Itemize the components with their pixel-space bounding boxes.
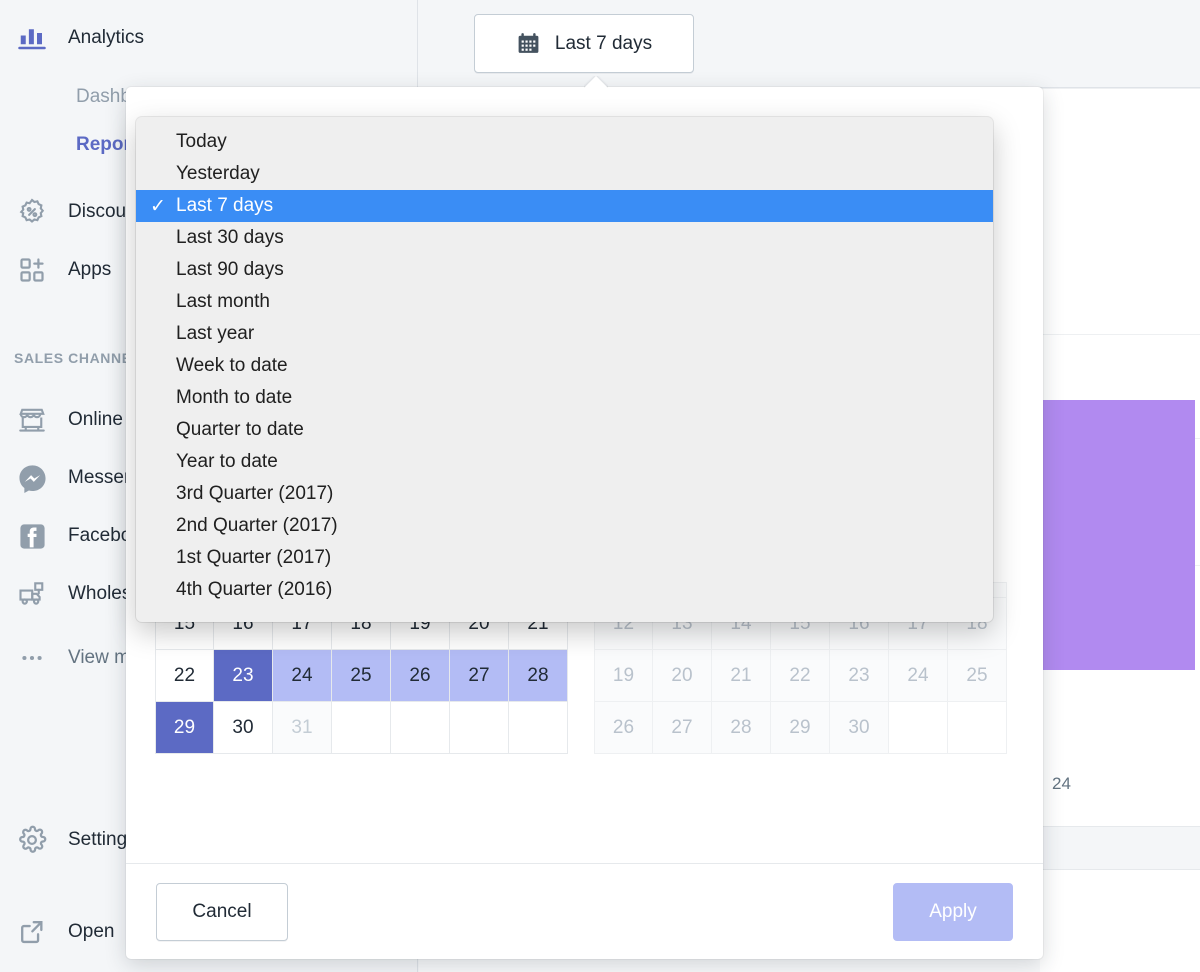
dropdown-option-label: Year to date bbox=[176, 451, 278, 473]
calendar-day-cell[interactable]: 27 bbox=[653, 702, 712, 754]
calendar-day-cell[interactable]: 23 bbox=[214, 650, 273, 702]
cancel-button-label: Cancel bbox=[192, 901, 251, 923]
dropdown-option-label: Month to date bbox=[176, 387, 292, 409]
dropdown-option-label: Last 90 days bbox=[176, 259, 284, 281]
date-range-button[interactable]: Last 7 days bbox=[474, 14, 694, 73]
dropdown-option-label: Last year bbox=[176, 323, 254, 345]
chart-gridline bbox=[1040, 334, 1200, 335]
calendar-day-cell[interactable]: 29 bbox=[771, 702, 830, 754]
calendar-day-cell[interactable]: 20 bbox=[653, 650, 712, 702]
date-range-button-label: Last 7 days bbox=[555, 33, 652, 55]
dropdown-option-label: 2nd Quarter (2017) bbox=[176, 515, 338, 537]
dropdown-option[interactable]: Last year bbox=[136, 318, 993, 350]
dropdown-option-label: Today bbox=[176, 131, 227, 153]
dropdown-option-list[interactable]: TodayYesterday✓Last 7 daysLast 30 daysLa… bbox=[136, 126, 993, 606]
apply-button-label: Apply bbox=[929, 901, 977, 923]
chart-bar bbox=[1040, 400, 1195, 670]
external-link-icon bbox=[14, 914, 50, 950]
calendar-icon bbox=[516, 31, 541, 56]
dropdown-option[interactable]: ✓Last 7 days bbox=[136, 190, 993, 222]
dropdown-option-label: 4th Quarter (2016) bbox=[176, 579, 332, 601]
sidebar-item-label: Apps bbox=[68, 259, 111, 281]
dropdown-option-label: Week to date bbox=[176, 355, 288, 377]
calendar-day-cell[interactable]: 30 bbox=[214, 702, 273, 754]
calendar-day-cell[interactable]: 22 bbox=[155, 650, 214, 702]
background-chart-panel: 24 bbox=[1040, 88, 1200, 972]
dropdown-option[interactable]: 1st Quarter (2017) bbox=[136, 542, 993, 574]
sidebar-item-analytics[interactable]: Analytics bbox=[0, 18, 418, 58]
discount-percent-badge-icon bbox=[14, 194, 50, 230]
dropdown-option-label: 1st Quarter (2017) bbox=[176, 547, 331, 569]
gear-icon bbox=[14, 822, 50, 858]
calendar-day-cell[interactable]: 26 bbox=[594, 702, 653, 754]
facebook-icon bbox=[14, 518, 50, 554]
dropdown-option[interactable]: 3rd Quarter (2017) bbox=[136, 478, 993, 510]
calendar-day-cell[interactable]: 31 bbox=[273, 702, 332, 754]
ellipsis-icon bbox=[14, 640, 50, 676]
calendar-day-cell[interactable]: 25 bbox=[332, 650, 391, 702]
app-root: Analytics Dashboards Reports Discounts bbox=[0, 0, 1200, 972]
popover-body: 1516171819202122232425262728293031 12131… bbox=[126, 87, 1043, 863]
dropdown-option[interactable]: Last 90 days bbox=[136, 254, 993, 286]
chart-footer-strip bbox=[1040, 826, 1200, 870]
content-topbar: Last 7 days bbox=[419, 0, 1200, 88]
apply-button[interactable]: Apply bbox=[893, 883, 1013, 941]
dropdown-option[interactable]: Yesterday bbox=[136, 158, 993, 190]
calendar-day-cell[interactable]: 26 bbox=[391, 650, 450, 702]
calendar-day-cell[interactable]: 24 bbox=[889, 650, 948, 702]
calendar-day-cell[interactable]: 28 bbox=[509, 650, 568, 702]
dropdown-option-label: Last month bbox=[176, 291, 270, 313]
chart-gridline bbox=[1040, 88, 1200, 89]
dropdown-option[interactable]: 2nd Quarter (2017) bbox=[136, 510, 993, 542]
dropdown-option[interactable]: Today bbox=[136, 126, 993, 158]
check-icon: ✓ bbox=[150, 195, 176, 218]
calendar-day-cell[interactable]: 27 bbox=[450, 650, 509, 702]
sidebar-item-label: Open bbox=[68, 921, 114, 943]
dropdown-option[interactable]: Quarter to date bbox=[136, 414, 993, 446]
dropdown-option-label: Quarter to date bbox=[176, 419, 304, 441]
calendar-day-cell[interactable]: 22 bbox=[771, 650, 830, 702]
sidebar-item-label: Analytics bbox=[68, 27, 144, 49]
dropdown-option-label: Yesterday bbox=[176, 163, 260, 185]
chart-axis-value: 24 bbox=[1052, 774, 1071, 794]
online-store-icon bbox=[14, 402, 50, 438]
calendar-day-cell[interactable]: 28 bbox=[712, 702, 771, 754]
dropdown-option[interactable]: Year to date bbox=[136, 446, 993, 478]
calendar-day-cell[interactable]: 19 bbox=[594, 650, 653, 702]
apps-grid-plus-icon bbox=[14, 252, 50, 288]
calendar-day-cell[interactable]: 25 bbox=[948, 650, 1007, 702]
calendar-empty-cell bbox=[889, 702, 948, 754]
wholesale-truck-icon bbox=[14, 576, 50, 612]
popover-footer: Cancel Apply bbox=[126, 863, 1043, 959]
calendar-day-cell[interactable]: 29 bbox=[155, 702, 214, 754]
calendar-empty-cell bbox=[509, 702, 568, 754]
calendar-empty-cell bbox=[450, 702, 509, 754]
cancel-button[interactable]: Cancel bbox=[156, 883, 288, 941]
dropdown-option-label: Last 7 days bbox=[176, 195, 273, 217]
calendar-empty-cell bbox=[332, 702, 391, 754]
dropdown-option[interactable]: Week to date bbox=[136, 350, 993, 382]
messenger-icon bbox=[14, 460, 50, 496]
dropdown-option[interactable]: Last month bbox=[136, 286, 993, 318]
dropdown-option[interactable]: 4th Quarter (2016) bbox=[136, 574, 993, 606]
date-range-select-dropdown[interactable]: TodayYesterday✓Last 7 daysLast 30 daysLa… bbox=[136, 117, 993, 622]
dropdown-option-label: 3rd Quarter (2017) bbox=[176, 483, 333, 505]
calendar-day-cell[interactable]: 30 bbox=[830, 702, 889, 754]
dropdown-option[interactable]: Last 30 days bbox=[136, 222, 993, 254]
dropdown-option[interactable]: Month to date bbox=[136, 382, 993, 414]
date-range-popover: 1516171819202122232425262728293031 12131… bbox=[126, 87, 1043, 959]
calendar-empty-cell bbox=[391, 702, 450, 754]
calendar-day-cell[interactable]: 24 bbox=[273, 650, 332, 702]
calendar-day-cell[interactable]: 21 bbox=[712, 650, 771, 702]
analytics-bar-chart-icon bbox=[14, 20, 50, 56]
calendar-day-cell[interactable]: 23 bbox=[830, 650, 889, 702]
dropdown-option-label: Last 30 days bbox=[176, 227, 284, 249]
calendar-empty-cell bbox=[948, 702, 1007, 754]
